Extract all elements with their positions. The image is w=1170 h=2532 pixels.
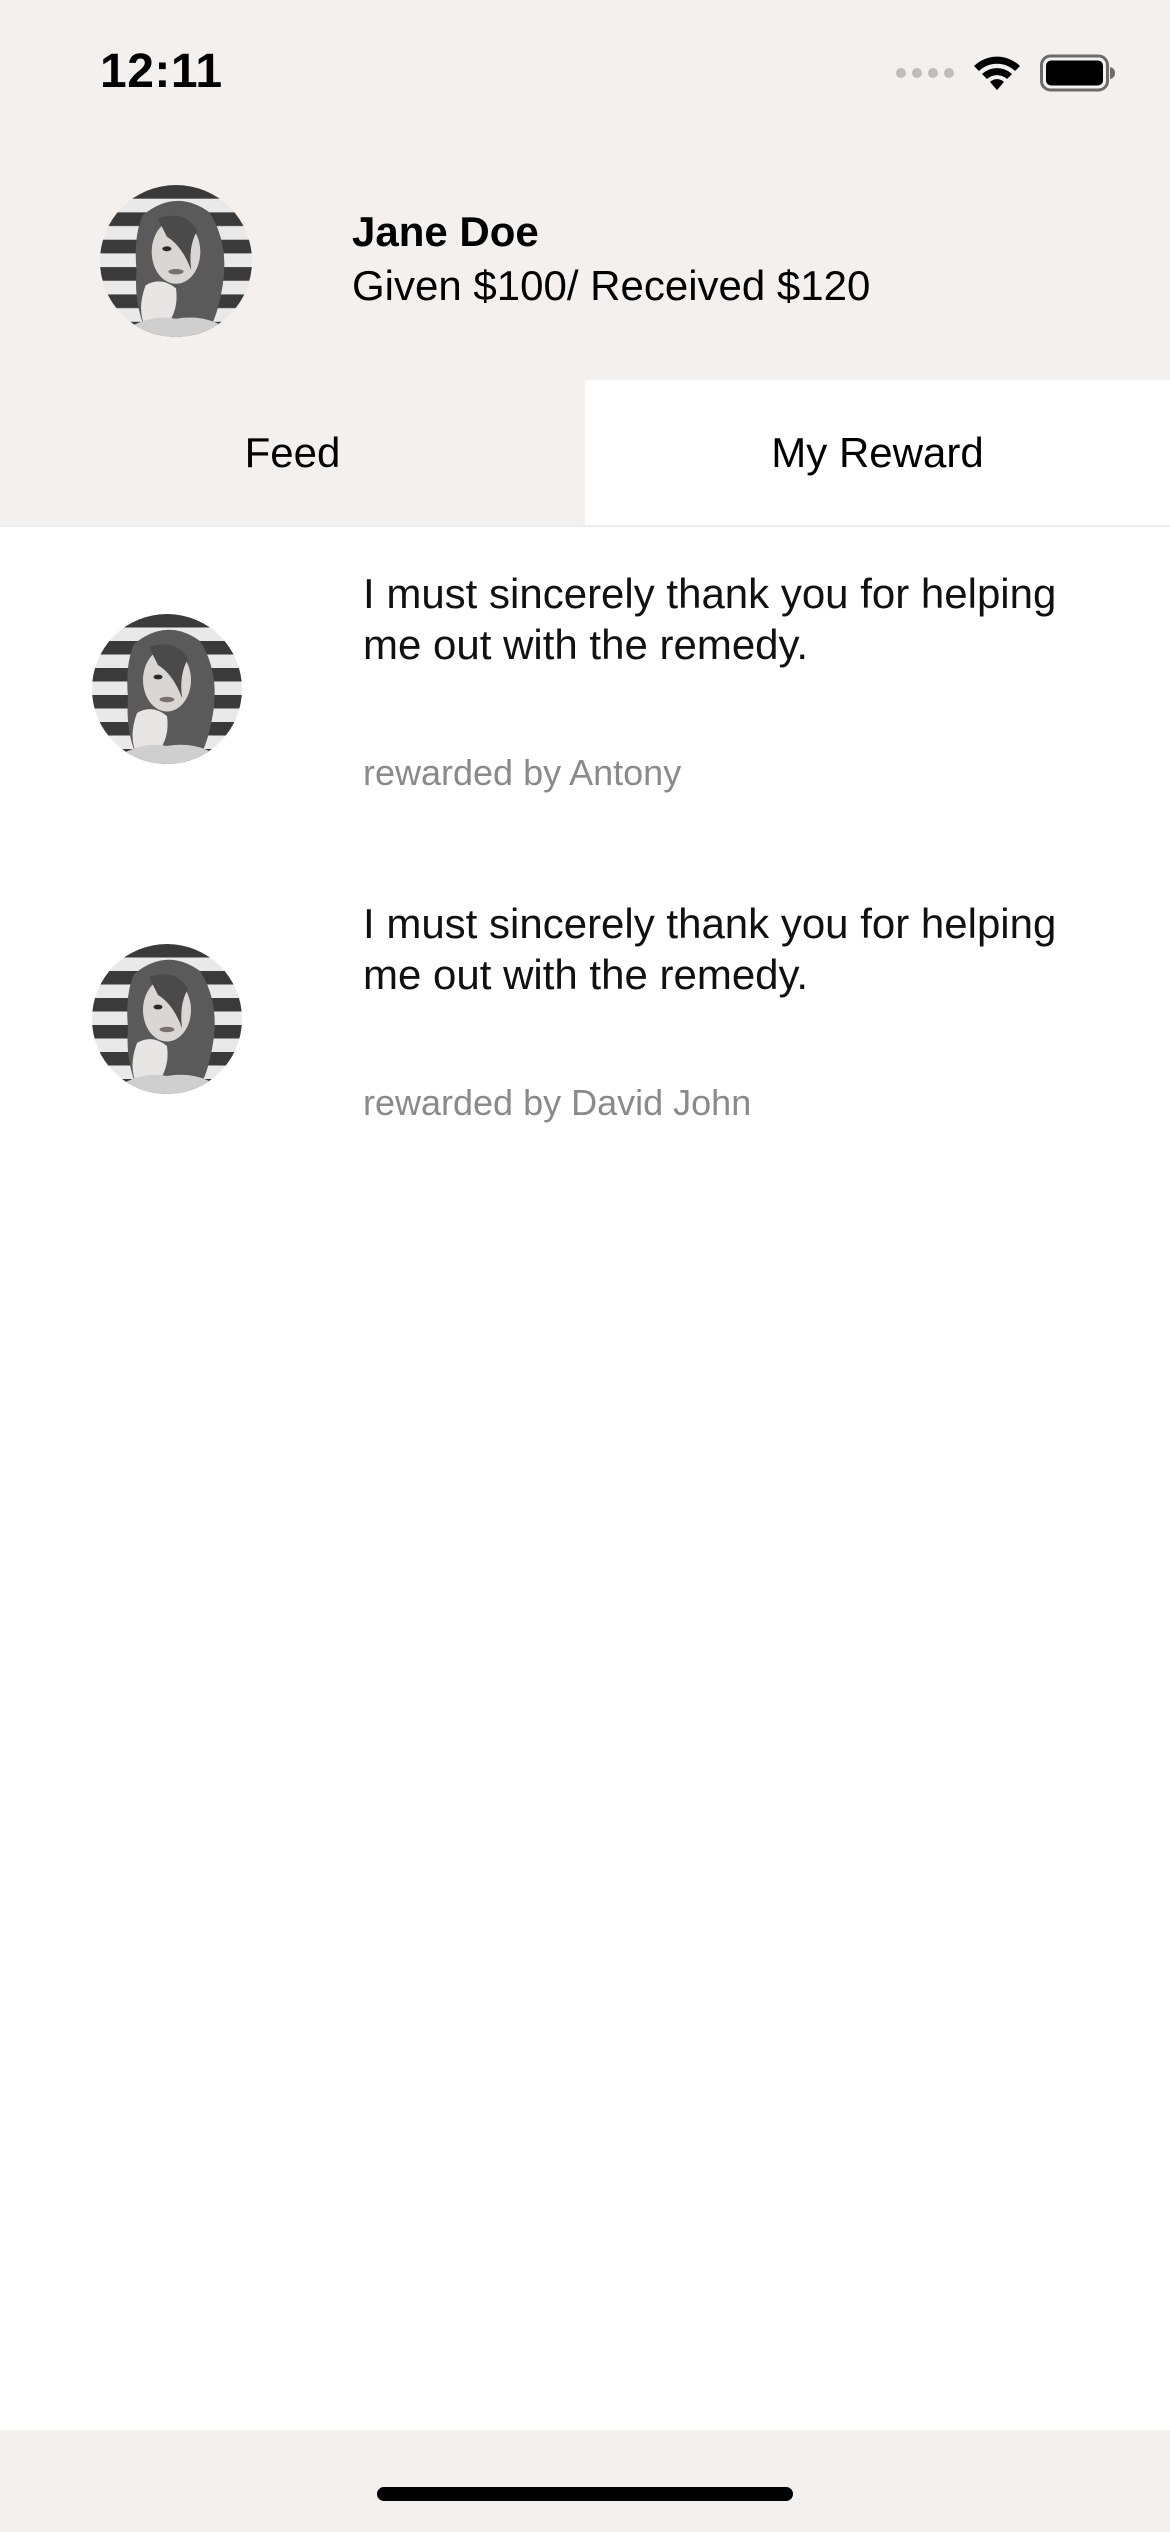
list-item[interactable]: I must sincerely thank you for helping m… <box>0 526 1170 856</box>
reward-message: I must sincerely thank you for helping m… <box>363 570 1057 668</box>
status-time: 12:11 <box>100 45 223 98</box>
reward-author: rewarded by Antony <box>363 752 682 793</box>
tab-my-reward[interactable]: My Reward <box>585 380 1170 525</box>
profile-stats: Given $100/ Received $120 <box>352 262 871 309</box>
list-item[interactable]: I must sincerely thank you for helping m… <box>0 856 1170 1186</box>
reward-message: I must sincerely thank you for helping m… <box>363 900 1057 998</box>
home-indicator[interactable] <box>377 2487 793 2501</box>
reward-author: rewarded by David John <box>363 1082 752 1123</box>
avatar[interactable] <box>100 185 252 337</box>
tab-feed[interactable]: Feed <box>0 380 585 525</box>
avatar <box>92 614 242 764</box>
battery-icon <box>1040 54 1116 92</box>
bottom-bar <box>0 2430 1170 2532</box>
status-icons <box>896 50 1116 96</box>
wifi-icon <box>972 54 1022 92</box>
cellular-signal-icon <box>896 68 954 78</box>
profile-name: Jane Doe <box>352 208 539 255</box>
avatar <box>92 944 242 1094</box>
